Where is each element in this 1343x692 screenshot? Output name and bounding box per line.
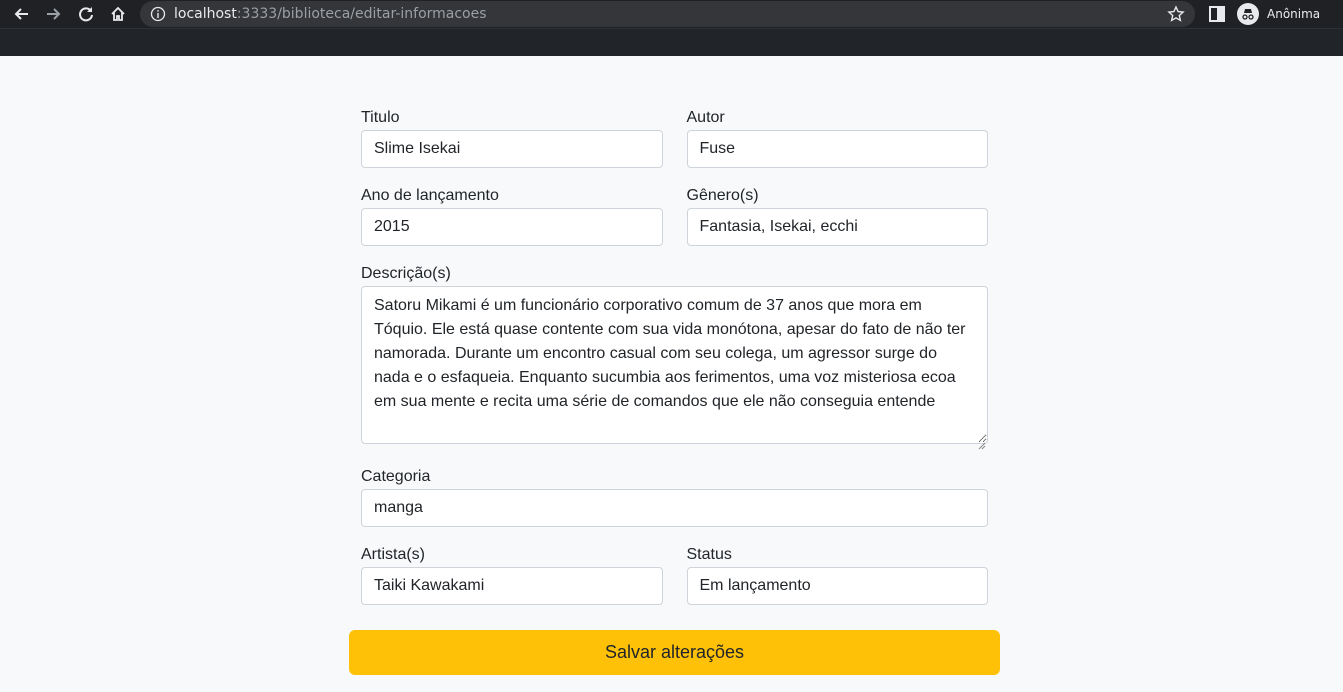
descricao-label: Descrição(s) bbox=[361, 265, 451, 282]
genero-input[interactable] bbox=[686, 208, 988, 246]
profile-name: Anônima bbox=[1267, 7, 1321, 21]
form-group-descricao: Descrição(s) Satoru Mikami é um funcioná… bbox=[361, 262, 988, 450]
home-icon[interactable] bbox=[107, 3, 129, 25]
autor-input[interactable] bbox=[686, 130, 988, 168]
bookmark-star-icon[interactable] bbox=[1167, 5, 1185, 23]
browser-toolbar: localhost:3333/biblioteca/editar-informa… bbox=[0, 0, 1343, 28]
autor-label: Autor bbox=[686, 109, 725, 126]
site-info-icon[interactable] bbox=[150, 6, 166, 22]
categoria-label: Categoria bbox=[361, 468, 431, 485]
forward-icon[interactable] bbox=[43, 3, 65, 25]
reload-icon[interactable] bbox=[75, 3, 97, 25]
form-row-titulo-autor: Titulo Autor bbox=[361, 106, 988, 168]
side-panel-icon[interactable] bbox=[1208, 5, 1226, 23]
url-text: localhost:3333/biblioteca/editar-informa… bbox=[174, 6, 487, 22]
ano-label: Ano de lançamento bbox=[361, 187, 499, 204]
address-bar[interactable]: localhost:3333/biblioteca/editar-informa… bbox=[140, 1, 1195, 27]
url-path: :3333/biblioteca/editar-informacoes bbox=[236, 6, 487, 22]
form-group-categoria: Categoria bbox=[361, 465, 988, 527]
site-navbar bbox=[0, 28, 1343, 56]
incognito-icon bbox=[1237, 3, 1259, 25]
status-input[interactable] bbox=[686, 567, 988, 605]
artista-label: Artista(s) bbox=[361, 546, 425, 563]
ano-input[interactable] bbox=[361, 208, 663, 246]
titulo-label: Titulo bbox=[361, 109, 400, 126]
form-row-artista-status: Artista(s) Status bbox=[361, 543, 988, 605]
back-icon[interactable] bbox=[10, 3, 32, 25]
descricao-textarea[interactable]: Satoru Mikami é um funcionário corporati… bbox=[361, 286, 988, 444]
status-label: Status bbox=[686, 546, 732, 563]
resize-grip-icon[interactable] bbox=[976, 437, 986, 450]
titulo-input[interactable] bbox=[361, 130, 663, 168]
save-button[interactable]: Salvar alterações bbox=[349, 630, 1000, 675]
profile-button[interactable]: Anônima bbox=[1237, 1, 1320, 27]
edit-info-form: Titulo Autor Ano de lançamento Gênero(s)… bbox=[361, 56, 988, 605]
artista-input[interactable] bbox=[361, 567, 663, 605]
categoria-input[interactable] bbox=[361, 489, 988, 527]
genero-label: Gênero(s) bbox=[686, 187, 759, 204]
url-host: localhost bbox=[174, 6, 237, 22]
form-row-ano-genero: Ano de lançamento Gênero(s) bbox=[361, 184, 988, 246]
